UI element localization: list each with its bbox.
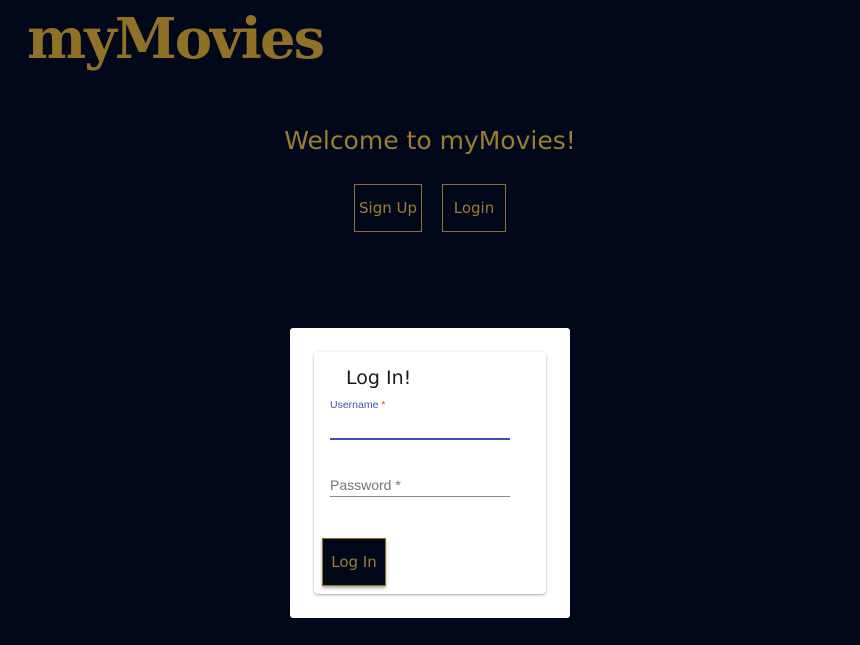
login-title: Log In!: [346, 367, 412, 389]
site-logo[interactable]: myMovies: [27, 4, 325, 74]
welcome-heading: Welcome to myMovies!: [284, 126, 576, 155]
signup-button[interactable]: Sign Up: [354, 184, 422, 232]
username-input[interactable]: [330, 414, 510, 440]
login-card: Log In! Username * Log In: [314, 352, 546, 594]
login-panel: Log In! Username * Log In: [290, 328, 570, 618]
password-input[interactable]: [330, 473, 510, 497]
login-button[interactable]: Login: [442, 184, 506, 232]
username-label: Username *: [330, 399, 385, 411]
login-submit-button[interactable]: Log In: [322, 538, 386, 586]
required-asterisk: *: [381, 399, 386, 411]
username-label-text: Username: [330, 399, 379, 411]
